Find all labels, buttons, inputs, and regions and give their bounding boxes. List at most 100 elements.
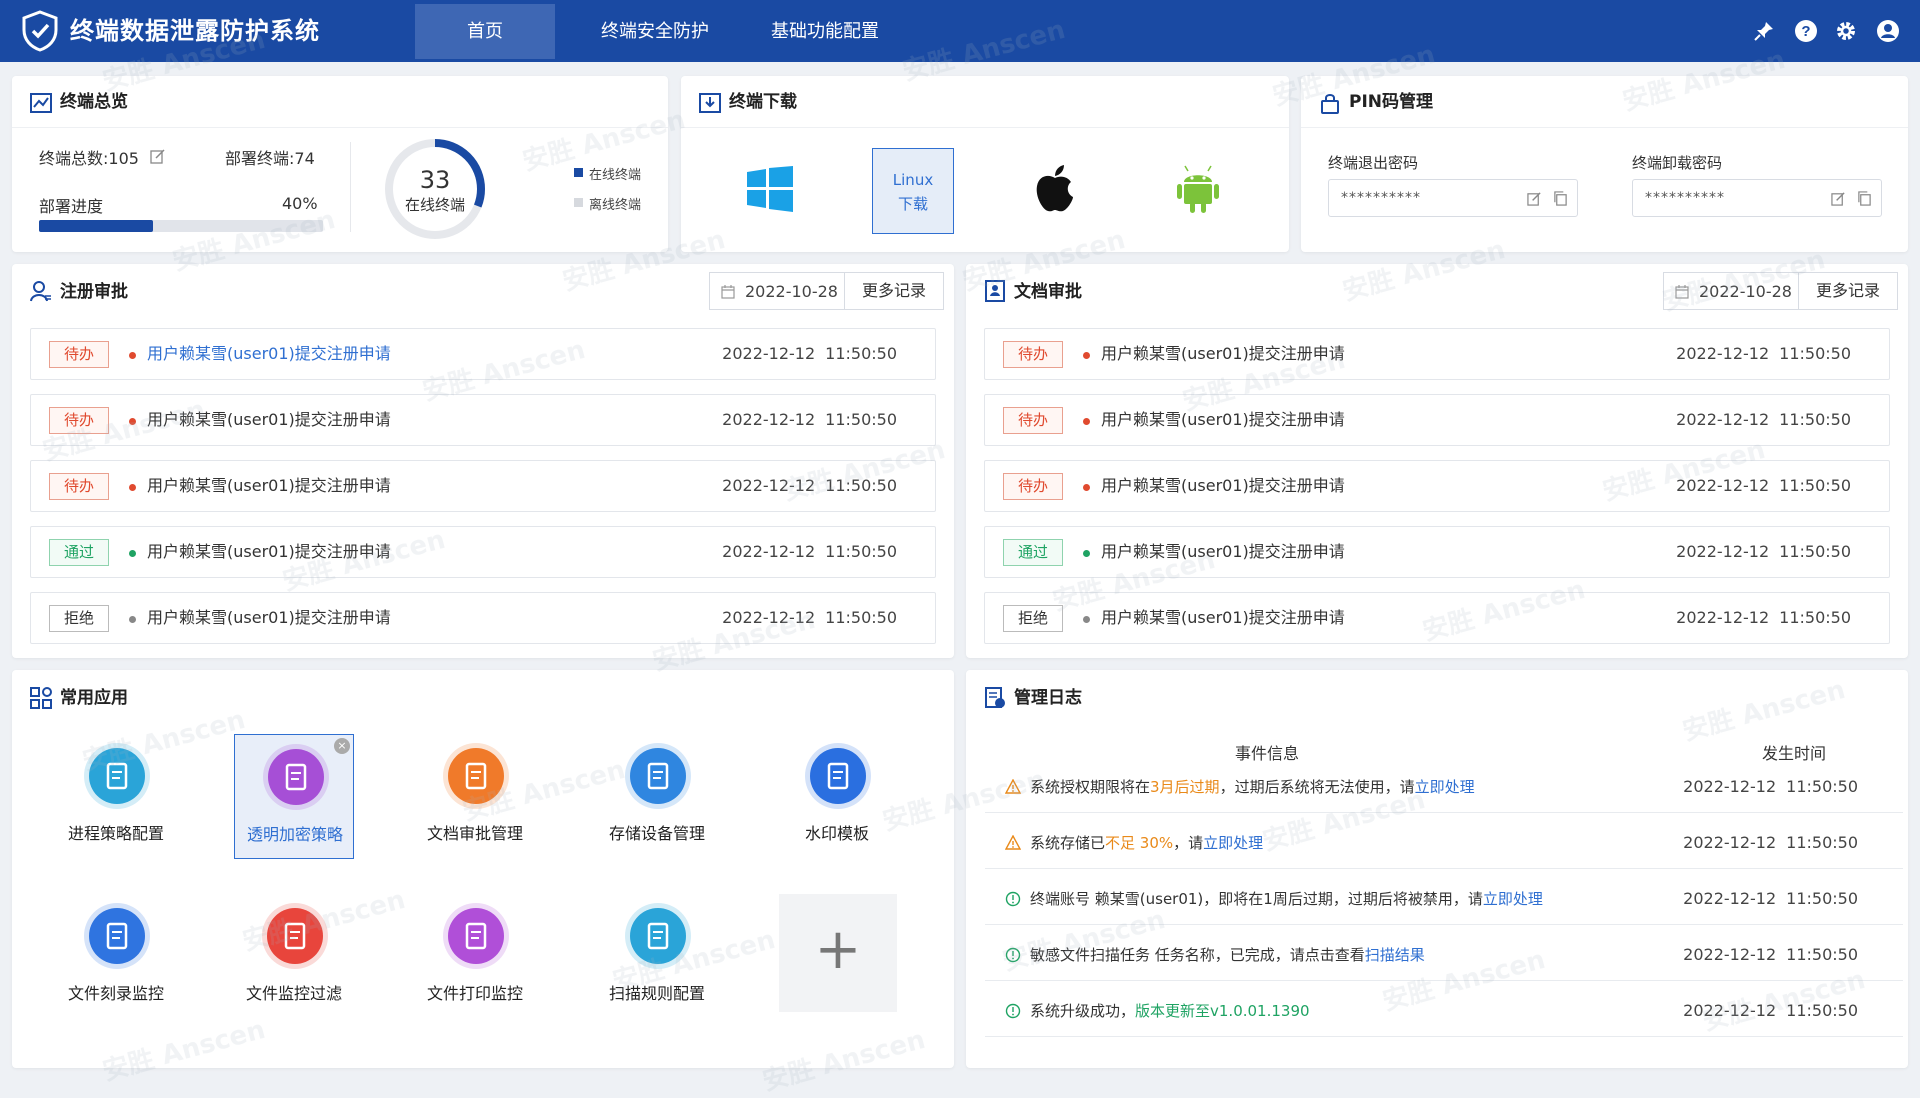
pin-icon[interactable] bbox=[1752, 19, 1776, 43]
approval-clock: 11:50:50 bbox=[825, 476, 897, 495]
approval-row[interactable]: 待办 用户赖某雪(user01)提交注册申请 2022-12-12 11:50:50 bbox=[984, 328, 1890, 380]
app-encrypt-policy[interactable]: × 透明加密策略 bbox=[234, 734, 354, 859]
status-dot bbox=[129, 616, 136, 623]
register-more-button[interactable]: 更多记录 bbox=[844, 272, 944, 310]
app-process-policy[interactable]: 进程策略配置 bbox=[56, 734, 176, 859]
approval-clock: 11:50:50 bbox=[1779, 476, 1851, 495]
overview-card: 终端总览 终端总数:105 部署终端:74 部署进度 40% 33 在线终端 在… bbox=[12, 76, 668, 252]
approval-message[interactable]: 用户赖某雪(user01)提交注册申请 bbox=[1101, 527, 1345, 577]
approval-clock: 11:50:50 bbox=[1779, 608, 1851, 627]
approval-clock: 11:50:50 bbox=[825, 542, 897, 561]
log-action-link[interactable]: 立即处理 bbox=[1203, 834, 1263, 852]
log-text: 系统存储已 bbox=[1030, 834, 1106, 852]
approval-row[interactable]: 拒绝 用户赖某雪(user01)提交注册申请 2022-12-12 11:50:50 bbox=[30, 592, 936, 644]
app-label[interactable]: 文档审批管理 bbox=[415, 820, 535, 844]
approval-message[interactable]: 用户赖某雪(user01)提交注册申请 bbox=[1101, 329, 1345, 379]
user-avatar-icon[interactable] bbox=[1876, 19, 1900, 43]
approval-row[interactable]: 通过 用户赖某雪(user01)提交注册申请 2022-12-12 11:50:50 bbox=[984, 526, 1890, 578]
svg-text:?: ? bbox=[1801, 23, 1810, 40]
legend-offline: 离线终端 bbox=[589, 198, 642, 213]
app-scan-rule[interactable]: 扫描规则配置 bbox=[597, 894, 717, 1019]
apps-grid-icon bbox=[30, 687, 52, 709]
copy-icon[interactable] bbox=[1553, 191, 1568, 206]
approval-message[interactable]: 用户赖某雪(user01)提交注册申请 bbox=[1101, 461, 1345, 511]
info-icon bbox=[1005, 891, 1021, 907]
approval-row[interactable]: 待办 用户赖某雪(user01)提交注册申请 2022-12-12 11:50:50 bbox=[984, 394, 1890, 446]
register-date-picker[interactable]: 2022-10-28 bbox=[709, 272, 845, 310]
approval-row[interactable]: 待办 用户赖某雪(user01)提交注册申请 2022-12-12 11:50:50 bbox=[30, 394, 936, 446]
deploy-progress-value: 40% bbox=[282, 194, 318, 213]
log-action-link[interactable]: 立即处理 bbox=[1483, 890, 1543, 908]
deployed-terminals: 部署终端:74 bbox=[225, 149, 315, 168]
app-file-filter[interactable]: 文件监控过滤 bbox=[234, 894, 354, 1019]
copy-icon[interactable] bbox=[1857, 191, 1872, 206]
lock-icon bbox=[1321, 94, 1339, 114]
app-storage-device[interactable]: 存储设备管理 bbox=[597, 734, 717, 859]
tab-endpoint-security[interactable]: 终端安全防护 bbox=[585, 4, 725, 59]
approval-date: 2022-12-12 bbox=[722, 344, 816, 363]
close-icon[interactable]: × bbox=[334, 738, 350, 754]
app-burn-monitor[interactable]: 文件刻录监控 bbox=[56, 894, 176, 1019]
app-print-monitor[interactable]: 文件打印监控 bbox=[415, 894, 535, 1019]
approval-row[interactable]: 待办 用户赖某雪(user01)提交注册申请 2022-12-12 11:50:50 bbox=[984, 460, 1890, 512]
approval-message[interactable]: 用户赖某雪(user01)提交注册申请 bbox=[147, 329, 391, 379]
windows-download-icon[interactable] bbox=[747, 166, 793, 212]
app-label[interactable]: 文件刻录监控 bbox=[56, 980, 176, 1004]
approval-message[interactable]: 用户赖某雪(user01)提交注册申请 bbox=[147, 593, 391, 643]
approval-row[interactable]: 通过 用户赖某雪(user01)提交注册申请 2022-12-12 11:50:50 bbox=[30, 526, 936, 578]
log-text: 版本更新至v1.0.01.1390 bbox=[1135, 1002, 1310, 1020]
app-label[interactable]: 存储设备管理 bbox=[597, 820, 717, 844]
linux-download-label: 下载 bbox=[897, 195, 928, 213]
app-label[interactable]: 进程策略配置 bbox=[56, 820, 176, 844]
apple-download-icon[interactable] bbox=[1033, 164, 1077, 214]
register-approval-card: 注册审批 2022-10-28 更多记录 待办 用户赖某雪(user01)提交注册… bbox=[12, 264, 954, 658]
add-app-button[interactable]: + bbox=[779, 894, 897, 1012]
app-label[interactable]: 扫描规则配置 bbox=[597, 980, 717, 1004]
approval-message[interactable]: 用户赖某雪(user01)提交注册申请 bbox=[147, 461, 391, 511]
edit-icon[interactable] bbox=[150, 148, 166, 164]
scan-rule-icon bbox=[630, 908, 686, 964]
approval-message[interactable]: 用户赖某雪(user01)提交注册申请 bbox=[147, 527, 391, 577]
edit-icon[interactable] bbox=[1527, 191, 1542, 206]
approval-row[interactable]: 待办 用户赖某雪(user01)提交注册申请 2022-12-12 11:50:50 bbox=[30, 328, 936, 380]
uninstall-password-field[interactable]: ********** bbox=[1632, 179, 1882, 217]
document-more-button[interactable]: 更多记录 bbox=[1798, 272, 1898, 310]
status-dot bbox=[1083, 418, 1090, 425]
tab-basic-config[interactable]: 基础功能配置 bbox=[755, 4, 895, 59]
status-badge: 通过 bbox=[49, 539, 109, 566]
log-action-link[interactable]: 扫描结果 bbox=[1365, 946, 1425, 964]
approval-message[interactable]: 用户赖某雪(user01)提交注册申请 bbox=[1101, 395, 1345, 445]
approval-row[interactable]: 拒绝 用户赖某雪(user01)提交注册申请 2022-12-12 11:50:50 bbox=[984, 592, 1890, 644]
app-watermark[interactable]: 水印模板 bbox=[777, 734, 897, 859]
legend-online-swatch bbox=[574, 168, 583, 177]
log-date: 2022-12-12 bbox=[1683, 945, 1777, 964]
settings-gear-icon[interactable] bbox=[1834, 19, 1858, 43]
approval-clock: 11:50:50 bbox=[1779, 542, 1851, 561]
pin-card: PIN码管理 终端退出密码 ********** 终端卸载密码 ********… bbox=[1301, 76, 1908, 252]
edit-icon[interactable] bbox=[1831, 191, 1846, 206]
app-label[interactable]: 透明加密策略 bbox=[235, 821, 355, 845]
log-action-link[interactable]: 立即处理 bbox=[1415, 778, 1475, 796]
log-time: 2022-12-12 11:50:50 bbox=[1683, 817, 1858, 869]
approval-time: 2022-12-12 11:50:50 bbox=[1676, 461, 1851, 511]
app-label[interactable]: 文件监控过滤 bbox=[234, 980, 354, 1004]
log-time: 2022-12-12 11:50:50 bbox=[1683, 929, 1858, 981]
android-download-icon[interactable] bbox=[1176, 164, 1220, 214]
approval-message[interactable]: 用户赖某雪(user01)提交注册申请 bbox=[147, 395, 391, 445]
deploy-progress-label: 部署进度 bbox=[39, 197, 104, 216]
help-icon[interactable]: ? bbox=[1794, 19, 1818, 43]
exit-password-field[interactable]: ********** bbox=[1328, 179, 1578, 217]
warning-icon bbox=[1005, 779, 1021, 794]
document-title: 文档审批 bbox=[1014, 282, 1082, 302]
log-date: 2022-12-12 bbox=[1683, 777, 1777, 796]
app-label[interactable]: 文件打印监控 bbox=[415, 980, 535, 1004]
approval-message[interactable]: 用户赖某雪(user01)提交注册申请 bbox=[1101, 593, 1345, 643]
linux-download-button[interactable]: Linux 下载 bbox=[872, 148, 954, 234]
tab-home[interactable]: 首页 bbox=[415, 4, 555, 59]
approval-time: 2022-12-12 11:50:50 bbox=[1676, 593, 1851, 643]
document-date-picker[interactable]: 2022-10-28 bbox=[1663, 272, 1799, 310]
app-label[interactable]: 水印模板 bbox=[777, 820, 897, 844]
calendar-icon bbox=[1675, 285, 1689, 299]
app-doc-approval[interactable]: 文档审批管理 bbox=[415, 734, 535, 859]
approval-row[interactable]: 待办 用户赖某雪(user01)提交注册申请 2022-12-12 11:50:50 bbox=[30, 460, 936, 512]
